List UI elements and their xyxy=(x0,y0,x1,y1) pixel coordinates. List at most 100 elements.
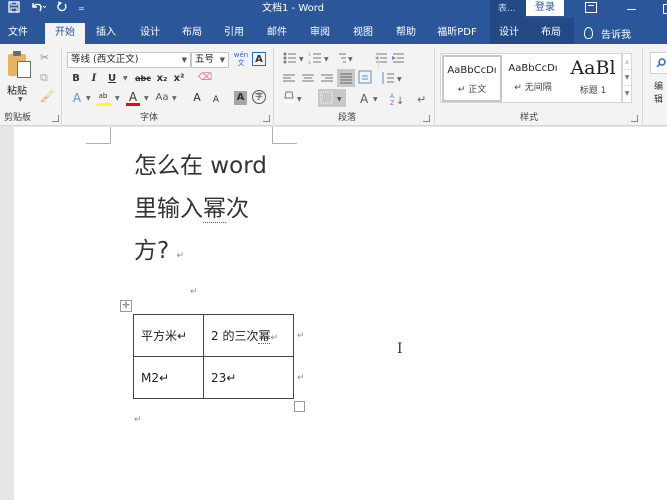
font-color-icon[interactable]: A xyxy=(126,90,140,104)
tab-insert[interactable]: 插入 xyxy=(88,18,124,44)
heading-line-1[interactable]: 怎么在 word xyxy=(134,151,267,181)
tab-help[interactable]: 帮助 xyxy=(388,18,424,44)
tab-mailings[interactable]: 邮件 xyxy=(259,18,295,44)
style-preview: AaBbCcDı xyxy=(447,65,497,76)
character-border-icon[interactable]: A xyxy=(252,52,266,66)
more-styles-icon[interactable]: ▼ xyxy=(623,86,631,102)
tab-view[interactable]: 视图 xyxy=(345,18,381,44)
editing-label[interactable]: 编辑 xyxy=(654,79,667,105)
bold-button[interactable]: B xyxy=(70,72,82,86)
paste-button[interactable]: 粘贴 xyxy=(7,82,27,97)
text-effects-dropdown-icon[interactable]: ▼ xyxy=(86,92,91,106)
spell-error-word[interactable]: 幂 xyxy=(258,329,271,344)
undo-icon[interactable] xyxy=(30,1,47,17)
clear-formatting-icon[interactable]: ⌫ xyxy=(198,71,212,85)
change-case-dropdown-icon[interactable]: ▼ xyxy=(172,92,177,106)
decrease-indent-icon[interactable] xyxy=(375,53,387,63)
highlight-dropdown-icon[interactable]: ▼ xyxy=(115,92,120,106)
sort-icon[interactable]: A xyxy=(390,93,395,100)
line-spacing-dropdown-icon: ▼ xyxy=(397,76,402,83)
cell-mark: ↵ xyxy=(270,333,279,343)
bullets-icon[interactable] xyxy=(283,52,296,64)
text-effects-icon[interactable]: A xyxy=(70,91,84,105)
align-right-icon[interactable] xyxy=(321,74,333,82)
cut-icon[interactable]: ✂ xyxy=(40,52,49,64)
scroll-down-icon[interactable]: ▼ xyxy=(623,70,631,86)
distributed-icon[interactable] xyxy=(358,70,372,84)
line-spacing-icon[interactable] xyxy=(382,72,394,84)
tell-me-box[interactable]: 告诉我 xyxy=(584,18,631,44)
enclose-characters-icon[interactable]: 字 xyxy=(252,90,266,104)
superscript-button[interactable]: x² xyxy=(172,72,186,86)
styles-scroll[interactable]: ▲ ▼ ▼ xyxy=(622,53,632,103)
style-name: ↵ 无间隔 xyxy=(514,83,552,93)
underline-button[interactable]: U xyxy=(106,72,118,86)
chevron-down-icon: ▼ xyxy=(181,56,187,64)
table-cell[interactable]: 2 的三次幂↵ xyxy=(203,314,294,357)
login-button[interactable]: 登录 xyxy=(526,0,564,16)
tab-layout[interactable]: 布局 xyxy=(174,18,210,44)
align-left-icon[interactable] xyxy=(283,74,295,82)
style-normal[interactable]: AaBbCcDı ↵ 正文 xyxy=(442,55,502,102)
paste-dropdown-icon[interactable]: ▼ xyxy=(18,96,23,103)
change-case-button[interactable]: Aa xyxy=(153,91,171,105)
highlight-icon[interactable]: ab xyxy=(96,89,110,103)
format-painter-icon[interactable]: 🖌 xyxy=(40,91,54,103)
shading-icon[interactable] xyxy=(284,91,294,103)
paragraph-launcher-icon[interactable] xyxy=(423,115,430,122)
increase-indent-icon[interactable] xyxy=(392,53,404,63)
ribbon-display-options-icon[interactable] xyxy=(585,2,597,13)
maximize-icon[interactable] xyxy=(663,4,667,14)
document-table[interactable]: 平方米↵ 2 的三次幂↵ M2↵ 23↵ xyxy=(133,314,294,399)
grow-font-button[interactable]: A xyxy=(191,91,203,105)
redo-icon[interactable] xyxy=(56,1,68,17)
tab-file[interactable]: 文件 xyxy=(0,18,36,44)
spell-error-word[interactable]: 幂 xyxy=(203,196,226,223)
scroll-up-icon[interactable]: ▲ xyxy=(623,54,631,70)
heading-line-2[interactable]: 里输入幂次 xyxy=(134,194,249,224)
chinese-layout-icon[interactable]: A xyxy=(360,92,369,106)
tab-design[interactable]: 设计 xyxy=(132,18,168,44)
font-name-combo[interactable]: 等线 (西文正文) ▼ xyxy=(67,52,191,68)
styles-gallery: AaBbCcDı ↵ 正文 AaBbCcDı ↵ 无间隔 AaBl 标题 1 xyxy=(440,53,622,103)
strikethrough-button[interactable]: abc xyxy=(133,72,153,86)
justify-active-bg xyxy=(337,69,355,87)
styles-launcher-icon[interactable] xyxy=(631,115,638,122)
italic-button[interactable]: I xyxy=(88,72,100,86)
table-cell[interactable]: 23↵ xyxy=(203,356,294,399)
font-size-combo[interactable]: 五号 ▼ xyxy=(191,52,229,68)
tab-table-layout[interactable]: 布局 xyxy=(528,18,574,44)
heading-line-3[interactable]: 方? ↵ xyxy=(134,236,184,271)
shrink-font-button[interactable]: A xyxy=(211,93,221,107)
save-icon[interactable] xyxy=(8,1,20,17)
tab-home[interactable]: 开始 xyxy=(45,23,85,44)
tab-foxit-pdf[interactable]: 福昕PDF xyxy=(432,18,482,44)
character-shading-icon[interactable]: A xyxy=(234,91,247,105)
table-cell[interactable]: M2↵ xyxy=(133,356,204,399)
copy-icon[interactable]: ⧉ xyxy=(40,72,48,84)
minimize-icon[interactable] xyxy=(627,9,636,10)
chinese-layout-dropdown-icon: ▼ xyxy=(373,96,378,103)
phonetic-guide-icon[interactable]: wén 文 xyxy=(232,51,250,67)
style-heading-1[interactable]: AaBl 标题 1 xyxy=(563,55,623,102)
tab-references[interactable]: 引用 xyxy=(216,18,252,44)
customize-qat-icon[interactable]: = xyxy=(78,1,85,17)
show-marks-icon[interactable]: ↵ xyxy=(417,93,426,106)
table-cell[interactable]: 平方米↵ xyxy=(133,314,204,357)
font-launcher-icon[interactable] xyxy=(263,115,270,122)
tab-review[interactable]: 审阅 xyxy=(302,18,338,44)
table-resize-handle[interactable] xyxy=(294,401,305,412)
group-separator xyxy=(273,48,274,124)
table-move-handle-icon[interactable]: ✛ xyxy=(120,300,132,312)
document-page[interactable]: 怎么在 word 里输入幂次 方? ↵ ↵ ✛ 平方米↵ 2 的三次幂↵ M2↵… xyxy=(14,127,667,500)
style-no-spacing[interactable]: AaBbCcDı ↵ 无间隔 xyxy=(503,55,563,102)
font-color-dropdown-icon[interactable]: ▼ xyxy=(144,92,149,106)
find-button[interactable] xyxy=(650,52,667,74)
tab-table-design[interactable]: 设计 xyxy=(490,18,528,44)
numbering-icon[interactable]: 13 xyxy=(308,52,321,65)
clipboard-launcher-icon[interactable] xyxy=(52,115,59,122)
subscript-button[interactable]: x₂ xyxy=(155,72,169,86)
multilevel-list-icon[interactable] xyxy=(339,53,346,63)
underline-dropdown-icon[interactable]: ▼ xyxy=(123,72,128,86)
align-center-icon[interactable] xyxy=(302,74,314,82)
